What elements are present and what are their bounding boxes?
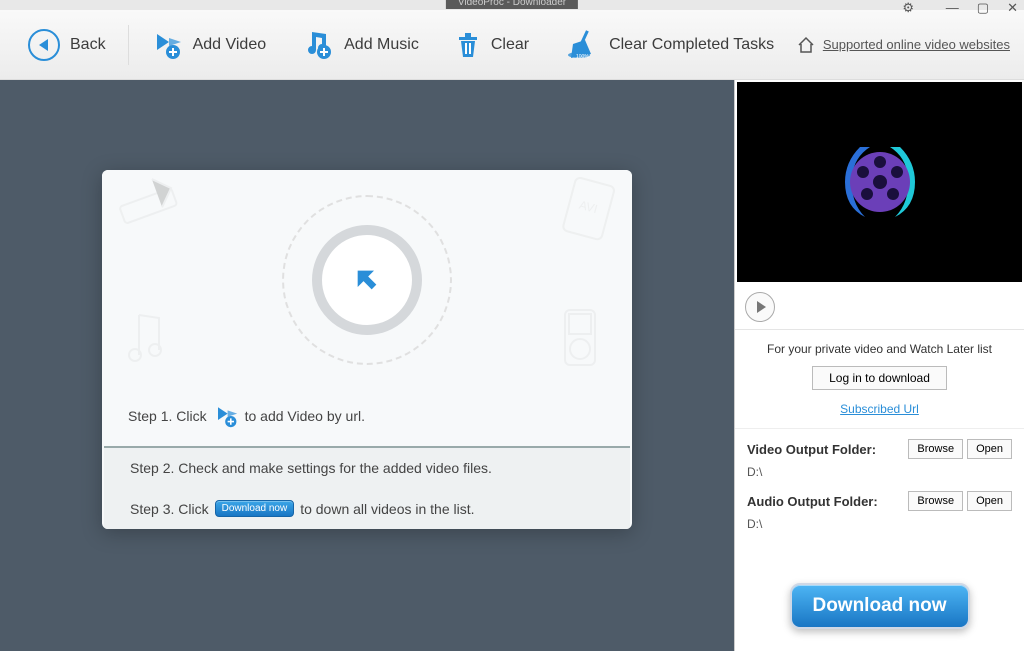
trash-icon — [455, 31, 481, 59]
add-music-icon — [302, 30, 334, 60]
add-music-button[interactable]: Add Music — [284, 21, 437, 69]
audio-folder-label: Audio Output Folder: — [747, 494, 904, 509]
close-icon[interactable]: ✕ — [1007, 0, 1018, 16]
music-note-icon — [124, 310, 174, 370]
step-3-text-a: Step 3. Click — [130, 501, 209, 517]
add-video-icon — [151, 30, 183, 60]
video-browse-button[interactable]: Browse — [908, 439, 963, 459]
video-preview — [737, 82, 1022, 282]
audio-browse-button[interactable]: Browse — [908, 491, 963, 511]
window-title: VideoProc - Downloader — [446, 0, 578, 9]
play-icon — [757, 301, 766, 313]
step-3-row: Step 3. Click Download now to down all v… — [104, 488, 630, 529]
download-mini-button: Download now — [215, 500, 295, 517]
step-1-text-a: Step 1. Click — [128, 408, 207, 424]
video-folder-path: D:\ — [747, 465, 1012, 479]
instruction-card: AVI Step 1. Click to add Video by url. — [102, 170, 632, 529]
maximize-icon[interactable]: ▢ — [977, 0, 989, 16]
svg-text:100%: 100% — [576, 54, 589, 60]
toolbar: Back Add Video Add Music Clear 100% Clea… — [0, 10, 1024, 80]
back-arrow-icon — [28, 29, 60, 61]
supported-websites-label: Supported online video websites — [823, 37, 1010, 52]
login-message: For your private video and Watch Later l… — [745, 342, 1014, 356]
dashed-ring — [282, 195, 452, 365]
add-music-label: Add Music — [344, 36, 419, 54]
back-label: Back — [70, 36, 106, 54]
add-video-mini-icon — [213, 404, 239, 428]
add-video-label: Add Video — [193, 36, 267, 54]
step-2-row: Step 2. Check and make settings for the … — [104, 448, 630, 488]
step-3-text-b: to down all videos in the list. — [300, 501, 474, 517]
play-button[interactable] — [745, 292, 775, 322]
audio-open-button[interactable]: Open — [967, 491, 1012, 511]
left-panel: AVI Step 1. Click to add Video by url. — [0, 80, 734, 651]
audio-folder-path: D:\ — [747, 517, 1012, 531]
arrow-up-left-icon — [353, 266, 381, 294]
supported-websites-link[interactable]: Supported online video websites — [797, 36, 1014, 54]
titlebar: VideoProc - Downloader ⚙ — ▢ ✕ — [0, 0, 1024, 10]
svg-text:AVI: AVI — [578, 198, 599, 216]
circle-icon — [312, 225, 422, 335]
clear-label: Clear — [491, 36, 529, 54]
subscribed-url-link[interactable]: Subscribed Url — [840, 402, 919, 416]
ipod-icon — [557, 305, 602, 370]
play-controls — [735, 284, 1024, 330]
video-folder-block: Video Output Folder: Browse Open D:\ Aud… — [735, 429, 1024, 553]
step-2-3-block: Step 2. Check and make settings for the … — [104, 446, 630, 529]
back-button[interactable]: Back — [10, 21, 124, 69]
download-now-button[interactable]: Download now — [790, 583, 970, 629]
step-1-text-b: to add Video by url. — [245, 408, 365, 424]
download-button-area: Download now — [735, 583, 1024, 651]
video-folder-label: Video Output Folder: — [747, 442, 904, 457]
card-illustration: AVI — [102, 170, 632, 390]
clear-completed-label: Clear Completed Tasks — [609, 36, 774, 54]
video-open-button[interactable]: Open — [967, 439, 1012, 459]
home-icon — [797, 36, 815, 54]
minimize-icon[interactable]: — — [946, 0, 959, 16]
step-2-text: Step 2. Check and make settings for the … — [130, 460, 492, 476]
avi-file-icon: AVI — [558, 176, 618, 246]
login-block: For your private video and Watch Later l… — [735, 330, 1024, 429]
right-panel: For your private video and Watch Later l… — [734, 80, 1024, 651]
step-1-row: Step 1. Click to add Video by url. — [102, 390, 632, 446]
settings-icon[interactable]: ⚙ — [902, 0, 914, 16]
login-button[interactable]: Log in to download — [812, 366, 947, 390]
broom-icon: 100% — [565, 30, 599, 60]
ruler-icon — [116, 176, 186, 236]
add-video-button[interactable]: Add Video — [133, 21, 285, 69]
main-area: AVI Step 1. Click to add Video by url. — [0, 80, 1024, 651]
divider — [128, 25, 129, 65]
clear-button[interactable]: Clear — [437, 21, 547, 69]
clear-completed-button[interactable]: 100% Clear Completed Tasks — [547, 21, 792, 69]
app-logo — [830, 132, 930, 232]
